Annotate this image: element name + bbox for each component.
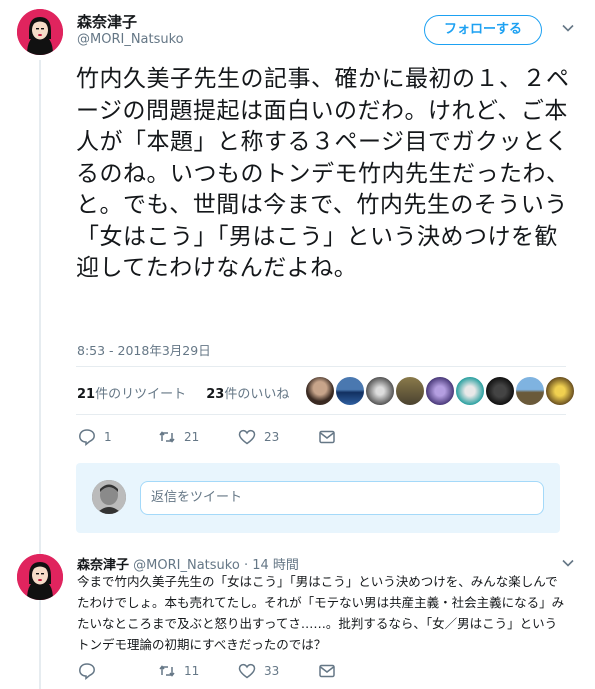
liker-avatar[interactable] [545, 376, 575, 406]
dm-button[interactable] [318, 662, 344, 680]
retweet-icon [159, 431, 175, 443]
divider [76, 366, 566, 367]
reply-actions: 11 33 [76, 662, 376, 682]
user-handle[interactable]: @MORI_Natsuko [77, 32, 184, 47]
retweet-button[interactable]: 11 [158, 662, 199, 680]
tweet-actions: 1 21 23 [76, 428, 376, 450]
avatar-illustration [17, 554, 63, 600]
liker-avatar[interactable] [305, 376, 335, 406]
reply-button[interactable] [78, 662, 104, 680]
reply-button[interactable]: 1 [78, 428, 112, 446]
like-stat-count: 23 [206, 387, 225, 402]
retweet-stat-label: 件のリツイート [95, 387, 187, 402]
retweet-stat-count: 21 [77, 387, 96, 402]
reply-text: 今まで竹内久美子先生の「女はこう」「男はこう」という決めつけを、みんな楽しんでた… [77, 574, 565, 652]
caret-down-icon[interactable] [561, 556, 575, 570]
liker-avatar[interactable] [395, 376, 425, 406]
retweet-count: 21 [184, 430, 200, 444]
reply-tweet[interactable]: 森奈津子 @MORI_Natsuko · 14 時間 今まで竹内久美子先生の「女… [0, 546, 595, 689]
avatar[interactable] [17, 554, 63, 600]
dm-button[interactable] [318, 428, 344, 446]
reply-icon [79, 663, 95, 680]
retweet-button[interactable]: 21 [158, 428, 199, 446]
liker-avatar[interactable] [515, 376, 545, 406]
follow-button[interactable]: フォローする [424, 15, 542, 45]
reply-box: 返信をツイート [76, 463, 560, 533]
like-icon [238, 429, 256, 445]
retweet-count: 11 [184, 664, 200, 678]
divider [76, 414, 566, 415]
liker-avatar[interactable] [365, 376, 395, 406]
like-stat[interactable]: 23件のいいね [206, 387, 297, 402]
viewer-avatar-illustration [92, 480, 126, 514]
like-button[interactable]: 23 [238, 428, 279, 446]
liker-avatar[interactable] [455, 376, 485, 406]
liker-avatar[interactable] [425, 376, 455, 406]
dm-icon [319, 664, 335, 678]
retweet-stat[interactable]: 21件のリツイート [77, 387, 194, 402]
like-count: 33 [264, 664, 280, 678]
display-name[interactable]: 森奈津子 [77, 11, 137, 32]
retweet-icon [159, 665, 175, 677]
tweet-text: 竹内久美子先生の記事、確かに最初の１、２ページの問題提起は面白いのだわ。けれど、… [76, 66, 570, 281]
avatar[interactable] [17, 9, 63, 55]
tweet-stats: 21件のリツイート 23件のいいね [77, 383, 305, 402]
viewer-avatar [92, 480, 126, 514]
avatar-illustration [17, 9, 63, 55]
tweet-header: 森奈津子 @MORI_Natsuko フォローする [0, 0, 595, 60]
like-button[interactable]: 33 [238, 662, 279, 680]
liker-avatar[interactable] [485, 376, 515, 406]
reply-count: 1 [104, 430, 112, 444]
like-stat-label: 件のいいね [224, 387, 290, 402]
tweet-timestamp[interactable]: 8:53 - 2018年3月29日 [77, 340, 211, 359]
reply-icon [79, 429, 95, 446]
dm-icon [319, 430, 335, 444]
like-icon [238, 663, 256, 679]
like-count: 23 [264, 430, 280, 444]
caret-down-icon[interactable] [561, 21, 575, 35]
liker-avatar[interactable] [335, 376, 365, 406]
reply-input[interactable]: 返信をツイート [140, 481, 544, 515]
